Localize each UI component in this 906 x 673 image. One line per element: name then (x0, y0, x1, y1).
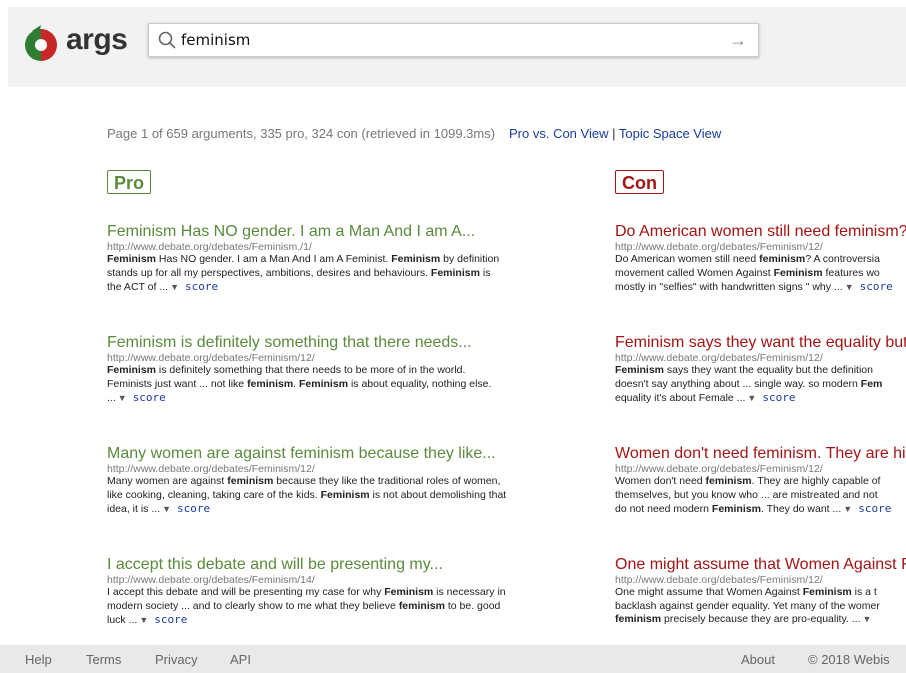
result-url: http://www.debate.org/debates/Feminism./… (107, 241, 312, 253)
result-title-link[interactable]: I accept this debate and will be present… (107, 555, 507, 574)
brand-name[interactable]: args (66, 23, 128, 57)
footer-terms-link[interactable]: Terms (86, 652, 121, 667)
view-separator: | (612, 126, 616, 141)
score-link[interactable]: score (860, 280, 893, 293)
result-title-link[interactable]: Feminism says they want the equality but (615, 333, 906, 352)
result-url: http://www.debate.org/debates/Feminism/1… (615, 574, 823, 586)
result-url: http://www.debate.org/debates/Feminism/1… (615, 352, 823, 364)
score-link[interactable]: score (154, 613, 187, 626)
result-title-link[interactable]: Do American women still need feminism? (615, 222, 906, 241)
pro-con-view-link[interactable]: Pro vs. Con View (509, 126, 608, 141)
score-link[interactable]: score (858, 502, 891, 515)
snippet-text: Do American women still need feminism? A… (615, 253, 880, 293)
topic-space-view-link[interactable]: Topic Space View (619, 126, 721, 141)
expand-triangle-icon[interactable]: ▼ (863, 614, 872, 624)
result-snippet: Do American women still need feminism? A… (615, 253, 906, 295)
expand-triangle-icon[interactable]: ▼ (162, 504, 171, 514)
expand-triangle-icon[interactable]: ▼ (845, 282, 854, 292)
header-bar: args → (8, 7, 906, 87)
result-snippet: Women don't need feminism. They are high… (615, 475, 906, 517)
footer-bar: Help Terms Privacy API About © 2018 Webi… (0, 645, 906, 673)
expand-triangle-icon[interactable]: ▼ (170, 282, 179, 292)
result-title-link[interactable]: One might assume that Women Against F (615, 555, 906, 574)
pro-result: Feminism is definitely something that th… (107, 333, 507, 444)
pro-result: Many women are against feminism because … (107, 444, 507, 555)
result-snippet: I accept this debate and will be present… (107, 586, 507, 628)
result-url: http://www.debate.org/debates/Feminism/1… (107, 352, 315, 364)
result-snippet: Feminism Has NO gender. I am a Man And I… (107, 253, 507, 295)
view-switcher: Pro vs. Con View | Topic Space View (509, 126, 721, 141)
score-link[interactable]: score (177, 502, 210, 515)
con-result: Women don't need feminism. They are hig … (615, 444, 906, 555)
result-snippet: One might assume that Women Against Femi… (615, 586, 906, 627)
result-title-link[interactable]: Women don't need feminism. They are hig (615, 444, 906, 463)
footer-about-link[interactable]: About (741, 652, 775, 667)
score-link[interactable]: score (133, 391, 166, 404)
search-box[interactable]: → (148, 23, 759, 57)
expand-triangle-icon[interactable]: ▼ (118, 393, 127, 403)
score-link[interactable]: score (185, 280, 218, 293)
result-url: http://www.debate.org/debates/Feminism/1… (107, 463, 315, 475)
footer-privacy-link[interactable]: Privacy (155, 652, 198, 667)
result-url: http://www.debate.org/debates/Feminism/1… (615, 463, 823, 475)
footer-help-link[interactable]: Help (25, 652, 52, 667)
result-snippet: Feminism says they want the equality but… (615, 364, 906, 406)
search-input[interactable] (181, 24, 721, 56)
expand-triangle-icon[interactable]: ▼ (139, 615, 148, 625)
footer-copyright: © 2018 Webis (808, 652, 890, 667)
result-title-link[interactable]: Many women are against feminism because … (107, 444, 507, 463)
arrow-right-icon[interactable]: → (728, 30, 748, 50)
result-url: http://www.debate.org/debates/Feminism/1… (107, 574, 315, 586)
con-badge: Con (615, 170, 664, 194)
snippet-text: One might assume that Women Against Femi… (615, 586, 880, 625)
result-summary: Page 1 of 659 arguments, 335 pro, 324 co… (107, 126, 496, 141)
args-logo-icon[interactable] (25, 25, 57, 61)
pro-result: Feminism Has NO gender. I am a Man And I… (107, 222, 507, 333)
result-title-link[interactable]: Feminism Has NO gender. I am a Man And I… (107, 222, 507, 241)
score-link[interactable]: score (762, 391, 795, 404)
search-icon (158, 31, 176, 49)
result-title-link[interactable]: Feminism is definitely something that th… (107, 333, 507, 352)
result-snippet: Many women are against feminism because … (107, 475, 507, 517)
snippet-text: Feminism Has NO gender. I am a Man And I… (107, 253, 500, 293)
con-result: Do American women still need feminism? h… (615, 222, 906, 333)
result-url: http://www.debate.org/debates/Feminism/1… (615, 241, 823, 253)
expand-triangle-icon[interactable]: ▼ (747, 393, 756, 403)
pro-column: Feminism Has NO gender. I am a Man And I… (107, 222, 507, 666)
con-column: Do American women still need feminism? h… (615, 222, 906, 666)
result-snippet: Feminism is definitely something that th… (107, 364, 507, 406)
snippet-text: Women don't need feminism. They are high… (615, 475, 881, 515)
pro-badge: Pro (107, 170, 152, 194)
con-result: Feminism says they want the equality but… (615, 333, 906, 444)
footer-api-link[interactable]: API (230, 652, 251, 667)
expand-triangle-icon[interactable]: ▼ (843, 504, 852, 514)
